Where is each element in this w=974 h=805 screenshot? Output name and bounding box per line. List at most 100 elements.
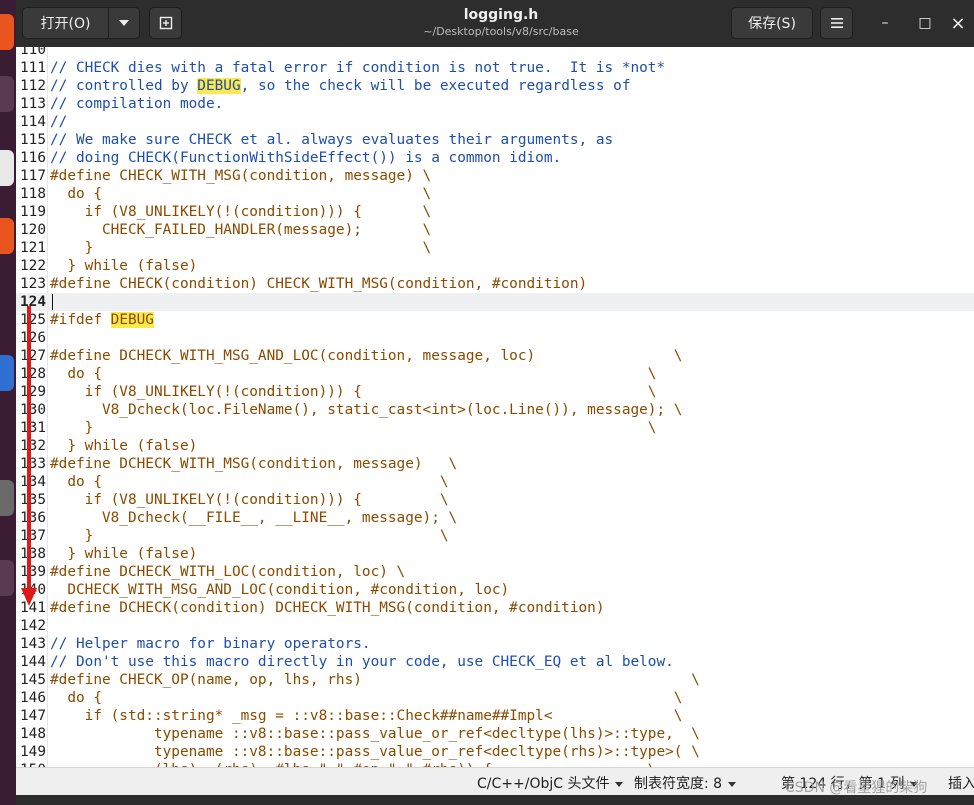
code-line[interactable]: 123 #define CHECK(condition) CHECK_WITH_M…	[16, 275, 974, 293]
line-text: #define DCHECK_WITH_MSG_AND_LOC(conditio…	[50, 348, 683, 364]
line-text: #define CHECK_WITH_MSG(condition, messag…	[50, 168, 432, 184]
code-line[interactable]: 119 if (V8_UNLIKELY(!(condition))) { \	[16, 203, 974, 221]
line-number: 145	[20, 672, 46, 688]
code-line[interactable]: 134 do { \	[16, 473, 974, 491]
line-text: // doing CHECK(FunctionWithSideEffect())…	[50, 150, 562, 166]
line-number: 148	[20, 726, 46, 742]
code-line[interactable]: 132 } while (false)	[16, 437, 974, 455]
line-text: // Don't use this macro directly in your…	[50, 654, 674, 670]
watermark: CSDN @看星猩的柴狗	[785, 780, 928, 796]
code-line[interactable]: 138 } while (false)	[16, 545, 974, 563]
window-title: logging.h ~/Desktop/tools/v8/src/base	[356, 7, 646, 39]
maximize-icon[interactable]: □	[913, 11, 937, 35]
hamburger-icon	[830, 18, 843, 28]
code-line[interactable]: 130 V8_Dcheck(loc.FileName(), static_cas…	[16, 401, 974, 419]
chevron-down-icon	[615, 781, 624, 787]
code-line[interactable]: 125 #ifdef DEBUG	[16, 311, 974, 329]
new-document-icon	[159, 16, 172, 30]
code-line[interactable]: 137 } \	[16, 527, 974, 545]
line-text: do { \	[50, 690, 683, 706]
editor-window: 打开(O) logging.h ~/Desktop/tools/v8/src/b…	[16, 0, 974, 796]
save-button[interactable]: 保存(S)	[731, 7, 813, 39]
line-text: #ifdef DEBUG	[50, 311, 154, 329]
close-icon[interactable]: ×	[946, 11, 970, 35]
line-text: #define CHECK(condition) CHECK_WITH_MSG(…	[50, 276, 588, 292]
open-dropdown-button[interactable]	[108, 7, 140, 39]
code-line[interactable]: 139 #define DCHECK_WITH_LOC(condition, lo…	[16, 563, 974, 581]
line-number: 149	[20, 744, 46, 760]
line-text: #define DCHECK_WITH_LOC(condition, loc) …	[50, 564, 406, 580]
minimize-icon[interactable]: –	[873, 11, 897, 35]
line-text: typename ::v8::base::pass_value_or_ref<d…	[50, 726, 700, 742]
code-line[interactable]: 141 #define DCHECK(condition) DCHECK_WITH…	[16, 599, 974, 617]
line-text: #define DCHECK(condition) DCHECK_WITH_MS…	[50, 600, 605, 616]
code-line[interactable]: 112// controlled by DEBUG, so the check …	[16, 77, 974, 95]
line-text: do { \	[50, 366, 657, 382]
line-text: // controlled by DEBUG, so the check wil…	[50, 77, 631, 95]
new-tab-button[interactable]	[149, 7, 182, 39]
code-line[interactable]: 135 if (V8_UNLIKELY(!(condition))) { \	[16, 491, 974, 509]
file-name: logging.h	[463, 7, 539, 23]
code-line[interactable]: 122 } while (false)	[16, 257, 974, 275]
code-line[interactable]: 120 CHECK_FAILED_HANDLER(message); \	[16, 221, 974, 239]
code-line[interactable]: 114//	[16, 113, 974, 131]
code-line[interactable]: 149 typename ::v8::base::pass_value_or_r…	[16, 743, 974, 761]
header-bar: 打开(O) logging.h ~/Desktop/tools/v8/src/b…	[16, 0, 974, 48]
line-text: // Helper macro for binary operators.	[50, 636, 371, 652]
code-line[interactable]: 110	[16, 47, 974, 59]
code-line[interactable]: 144// Don't use this macro directly in y…	[16, 653, 974, 671]
line-text: do { \	[50, 474, 449, 490]
code-line[interactable]: 146 do { \	[16, 689, 974, 707]
line-number: 146	[20, 690, 46, 706]
line-text: } while (false)	[50, 546, 198, 562]
code-line[interactable]: 131 } \	[16, 419, 974, 437]
code-line[interactable]: 113// compilation mode.	[16, 95, 974, 113]
line-text: } \	[50, 240, 432, 256]
line-text-suffix: , so the check will be executed regardle…	[240, 78, 631, 94]
line-text: if (std::string* _msg = ::v8::base::Chec…	[50, 708, 683, 724]
code-line[interactable]: 140 DCHECK_WITH_MSG_AND_LOC(condition, #…	[16, 581, 974, 599]
tab-width-selector[interactable]: 制表符宽度: 8	[634, 773, 737, 793]
search-highlight: DEBUG	[197, 78, 241, 94]
line-text: V8_Dcheck(__FILE__, __LINE__, message); …	[50, 510, 458, 526]
code-line[interactable]: 136 V8_Dcheck(__FILE__, __LINE__, messag…	[16, 509, 974, 527]
code-line[interactable]: 115// We make sure CHECK et al. always e…	[16, 131, 974, 149]
line-text: DCHECK_WITH_MSG_AND_LOC(condition, #cond…	[50, 582, 510, 598]
line-text: // CHECK dies with a fatal error if cond…	[50, 60, 666, 76]
code-line[interactable]: 111// CHECK dies with a fatal error if c…	[16, 59, 974, 77]
code-line[interactable]: 124	[16, 293, 974, 311]
line-number: 147	[20, 708, 46, 724]
language-selector[interactable]: C/C++/ObjC 头文件	[477, 773, 624, 793]
code-line[interactable]: 143// Helper macro for binary operators.	[16, 635, 974, 653]
line-text: // We make sure CHECK et al. always eval…	[50, 132, 614, 148]
code-line[interactable]: 147 if (std::string* _msg = ::v8::base::…	[16, 707, 974, 725]
code-line[interactable]: 133 #define DCHECK_WITH_MSG(condition, me…	[16, 455, 974, 473]
code-line[interactable]: 121 } \	[16, 239, 974, 257]
line-text: #define DCHECK_WITH_MSG(condition, messa…	[50, 456, 458, 472]
code-line[interactable]: 142	[16, 617, 974, 635]
search-highlight: DEBUG	[110, 312, 154, 328]
code-line[interactable]: 129 if (V8_UNLIKELY(!(condition))) { \	[16, 383, 974, 401]
line-text-prefix: // controlled by	[50, 78, 198, 94]
line-text: typename ::v8::base::pass_value_or_ref<d…	[50, 744, 700, 760]
line-text: // compilation mode.	[50, 96, 224, 112]
line-text: } while (false)	[50, 258, 198, 274]
menu-button[interactable]	[820, 7, 853, 39]
code-line[interactable]: 127 #define DCHECK_WITH_MSG_AND_LOC(condi…	[16, 347, 974, 365]
code-line[interactable]: 116// doing CHECK(FunctionWithSideEffect…	[16, 149, 974, 167]
code-line[interactable]: 148 typename ::v8::base::pass_value_or_r…	[16, 725, 974, 743]
code-line[interactable]: 145 #define CHECK_OP(name, op, lhs, rhs) …	[16, 671, 974, 689]
code-line[interactable]: 117 #define CHECK_WITH_MSG(condition, mes…	[16, 167, 974, 185]
line-text: } while (false)	[50, 438, 198, 454]
line-text: } \	[50, 528, 449, 544]
chevron-down-icon	[728, 781, 737, 787]
line-number: 144	[20, 654, 46, 670]
code-editor[interactable]: 110 111// CHECK dies with a fatal error i…	[16, 47, 974, 767]
file-path: ~/Desktop/tools/v8/src/base	[423, 25, 579, 38]
code-line[interactable]: 128 do { \	[16, 365, 974, 383]
insert-mode: 插入	[948, 776, 974, 792]
line-text: if (V8_UNLIKELY(!(condition))) { \	[50, 384, 657, 400]
code-line[interactable]: 118 do { \	[16, 185, 974, 203]
code-line[interactable]: 126	[16, 329, 974, 347]
line-text: CHECK_FAILED_HANDLER(message); \	[50, 222, 432, 238]
